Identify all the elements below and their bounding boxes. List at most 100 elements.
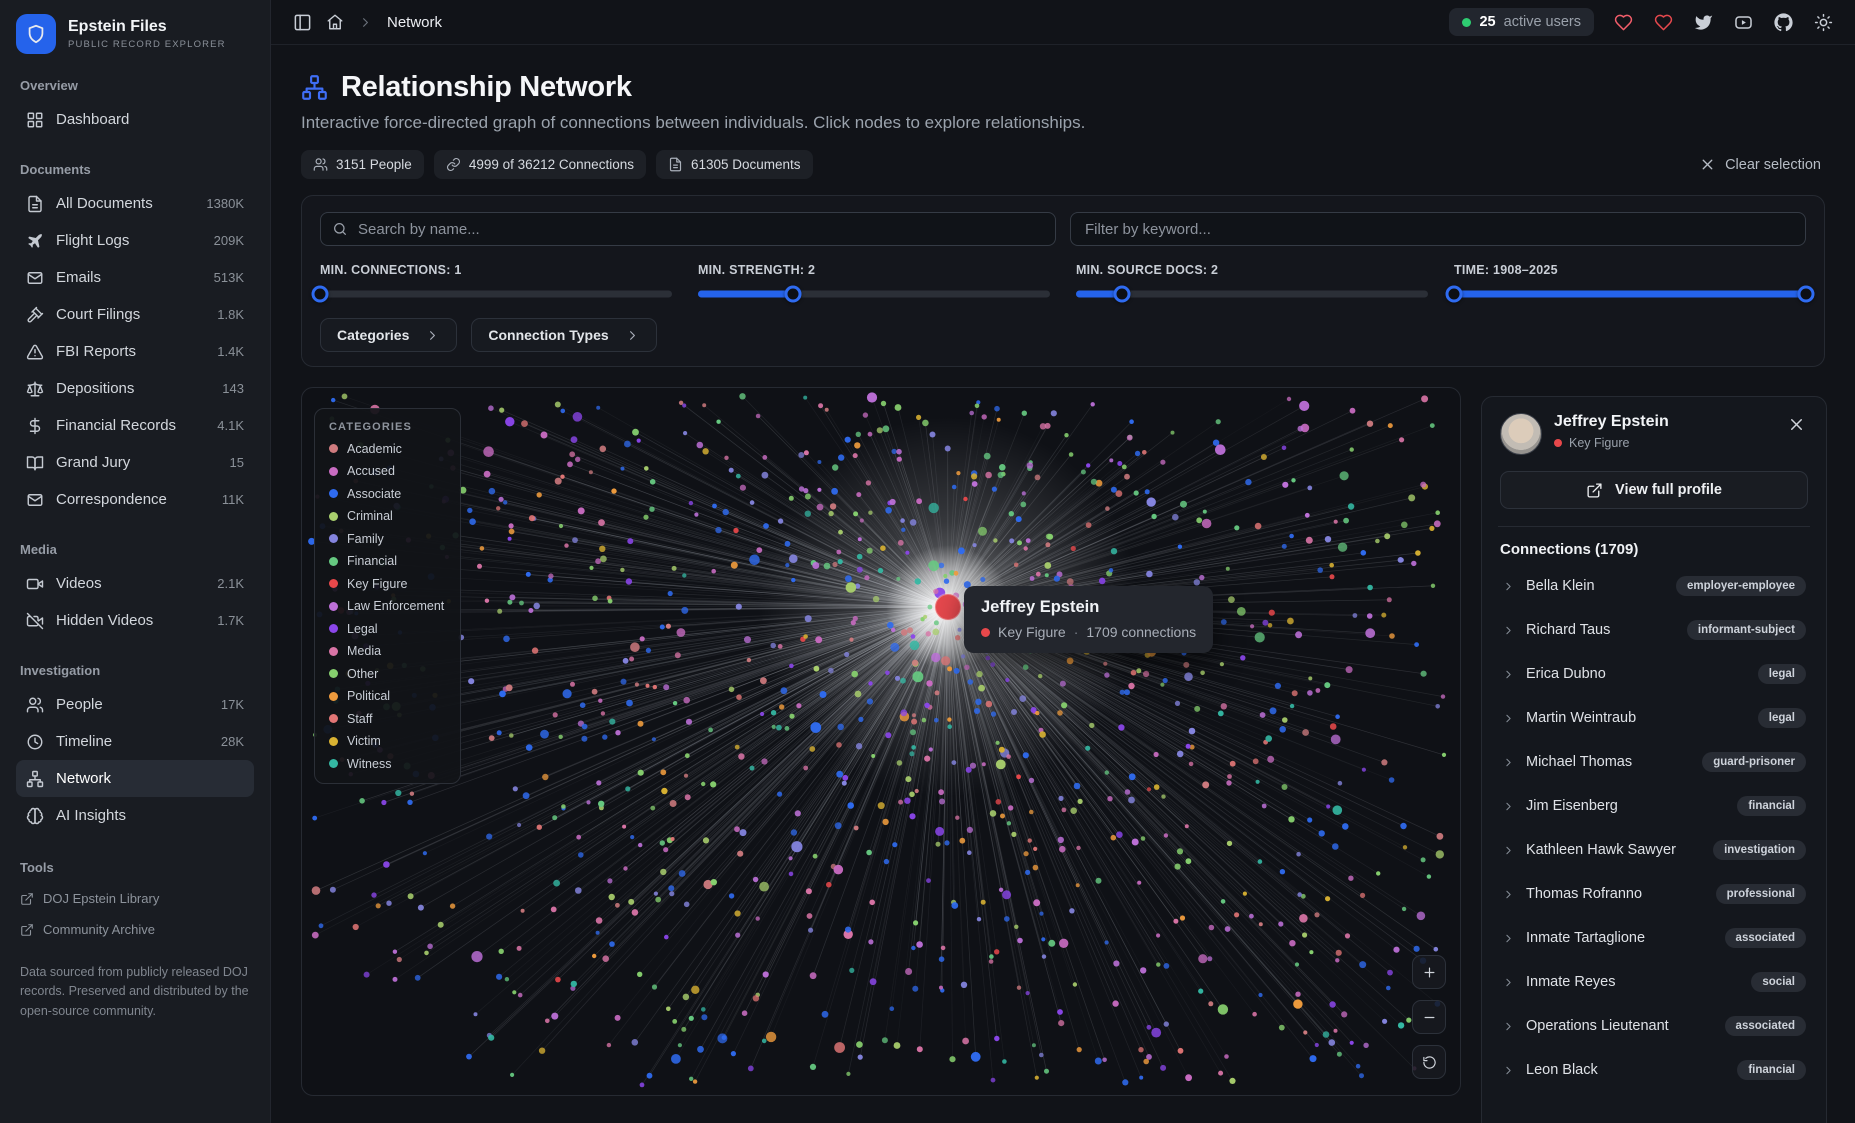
item-count: 11K [222,492,244,507]
mail-icon [26,269,44,287]
connection-row[interactable]: Richard Taus informant-subject [1500,608,1808,652]
sidebar-item-grand-jury[interactable]: Grand Jury 15 [16,444,254,481]
sidebar-item-timeline[interactable]: Timeline 28K [16,723,254,760]
sidebar-item-fbi-reports[interactable]: FBI Reports 1.4K [16,333,254,370]
heart-icon[interactable] [1614,13,1633,32]
sidebar-item-ai-insights[interactable]: AI Insights [16,797,254,834]
legend-item-family[interactable]: Family [329,532,444,546]
external-link-icon [1586,482,1603,499]
sidebar-item-depositions[interactable]: Depositions 143 [16,370,254,407]
legend-item-accused[interactable]: Accused [329,464,444,478]
sidebar-toggle-button[interactable] [293,13,312,32]
youtube-icon[interactable] [1734,13,1753,32]
tool-link-community-archive[interactable]: Community Archive [16,914,254,945]
sun-icon[interactable] [1814,13,1833,32]
connection-row[interactable]: Michael Thomas guard-prisoner [1500,740,1808,784]
plus-icon [1422,965,1437,980]
sidebar-item-label: Emails [56,269,101,286]
tools-label: Tools [20,860,254,875]
category-dot [329,647,338,656]
search-input[interactable] [320,212,1056,246]
legend-item-law-enforcement[interactable]: Law Enforcement [329,599,444,613]
legend-item-financial[interactable]: Financial [329,554,444,568]
sidebar-footer-text: Data sourced from publicly released DOJ … [20,963,250,1021]
connection-types-dropdown-button[interactable]: Connection Types [471,318,656,352]
legend-item-victim[interactable]: Victim [329,734,444,748]
force-graph[interactable] [302,388,1460,1093]
sidebar-item-financial-records[interactable]: Financial Records 4.1K [16,407,254,444]
sidebar-item-correspondence[interactable]: Correspondence 11K [16,481,254,518]
sidebar-item-dashboard[interactable]: Dashboard [16,101,254,138]
home-button[interactable] [326,13,344,31]
legend-item-legal[interactable]: Legal [329,622,444,636]
legend-item-witness[interactable]: Witness [329,757,444,771]
slider-track[interactable] [1076,285,1428,303]
categories-dropdown-button[interactable]: Categories [320,318,457,352]
zoom-plus-button[interactable] [1412,955,1446,989]
clear-selection-button[interactable]: Clear selection [1699,156,1825,173]
legend-item-political[interactable]: Political [329,689,444,703]
slider-track[interactable] [1454,285,1806,303]
legend-item-staff[interactable]: Staff [329,712,444,726]
sidebar-item-label: Hidden Videos [56,612,153,629]
chevron-right-icon [1502,1020,1515,1033]
heart-icon[interactable] [1654,13,1673,32]
connection-row[interactable]: Martin Weintraub legal [1500,696,1808,740]
keyword-filter-input[interactable] [1070,212,1806,246]
slider-thumb[interactable] [312,286,329,303]
legend-item-academic[interactable]: Academic [329,442,444,456]
tool-link-doj-epstein-library[interactable]: DOJ Epstein Library [16,883,254,914]
file-icon [668,157,683,172]
connection-row[interactable]: Jim Eisenberg financial [1500,784,1808,828]
stat-chip: 61305 Documents [656,150,813,179]
category-dot [329,669,338,678]
node-tooltip: Jeffrey Epstein Key Figure · 1709 connec… [964,586,1213,653]
sidebar-item-emails[interactable]: Emails 513K [16,259,254,296]
sidebar-item-all-documents[interactable]: All Documents 1380K [16,185,254,222]
book-icon [26,454,44,472]
network-graph-canvas[interactable]: CATEGORIES Academic Accused Associate Cr… [301,387,1461,1096]
sidebar-item-people[interactable]: People 17K [16,686,254,723]
link-icon [446,157,461,172]
sidebar-item-network[interactable]: Network [16,760,254,797]
slider-label: MIN. STRENGTH: 2 [698,263,1050,277]
category-dot [981,628,990,637]
view-full-profile-button[interactable]: View full profile [1500,471,1808,509]
external-link-icon [20,923,34,937]
relationship-badge: legal [1758,664,1806,684]
legend-item-associate[interactable]: Associate [329,487,444,501]
sidebar-item-flight-logs[interactable]: Flight Logs 209K [16,222,254,259]
twitter-icon[interactable] [1694,13,1713,32]
sidebar-item-hidden-videos[interactable]: Hidden Videos 1.7K [16,602,254,639]
slider-thumb[interactable] [1113,286,1130,303]
zoom-reset-button[interactable] [1412,1045,1446,1079]
sidebar-nav: Overview Dashboard Documents All Documen… [16,54,254,834]
connection-row[interactable]: Kathleen Hawk Sawyer investigation [1500,828,1808,872]
zoom-minus-button[interactable] [1412,1000,1446,1034]
category-dot [329,467,338,476]
sidebar-item-videos[interactable]: Videos 2.1K [16,565,254,602]
legend-item-criminal[interactable]: Criminal [329,509,444,523]
slider-thumb[interactable] [1446,286,1463,303]
sidebar-item-court-filings[interactable]: Court Filings 1.8K [16,296,254,333]
slider-track[interactable] [698,285,1050,303]
sidebar-item-label: Timeline [56,733,112,750]
github-icon[interactable] [1774,13,1793,32]
connection-row[interactable]: Thomas Rofranno professional [1500,872,1808,916]
connection-row[interactable]: Erica Dubno legal [1500,652,1808,696]
connection-row[interactable]: Operations Lieutenant associated [1500,1004,1808,1048]
close-panel-button[interactable] [1785,413,1808,436]
connection-row[interactable]: Inmate Reyes social [1500,960,1808,1004]
brand[interactable]: Epstein Files PUBLIC RECORD EXPLORER [16,14,254,54]
legend-item-key-figure[interactable]: Key Figure [329,577,444,591]
page-title: Relationship Network [341,71,632,104]
slider-thumb[interactable] [785,286,802,303]
slider-group: MIN. STRENGTH: 2 [698,263,1050,303]
connection-row[interactable]: Inmate Tartaglione associated [1500,916,1808,960]
connection-row[interactable]: Bella Klein employer-employee [1500,564,1808,608]
slider-thumb[interactable] [1798,286,1815,303]
legend-item-media[interactable]: Media [329,644,444,658]
legend-item-other[interactable]: Other [329,667,444,681]
connection-row[interactable]: Leon Black financial [1500,1048,1808,1092]
slider-track[interactable] [320,285,672,303]
